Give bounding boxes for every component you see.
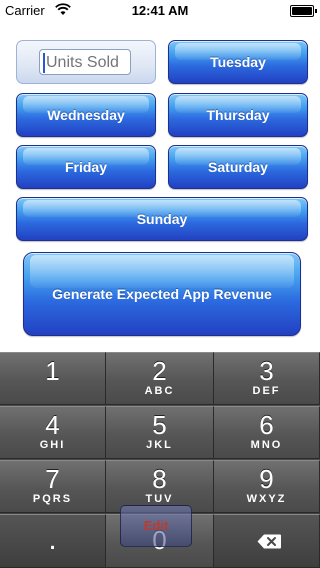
sunday-label: Sunday	[136, 211, 188, 227]
tuesday-button[interactable]: Tuesday	[168, 40, 308, 84]
key-7[interactable]: 7 PQRS	[0, 460, 106, 513]
key-3[interactable]: 3 DEF	[214, 352, 320, 405]
saturday-button[interactable]: Saturday	[168, 145, 308, 189]
key-4[interactable]: 4 GHI	[0, 406, 106, 459]
tuesday-label: Tuesday	[210, 54, 266, 70]
key-decimal-label: .	[48, 523, 57, 556]
text-caret	[43, 53, 45, 73]
wednesday-label: Wednesday	[47, 107, 125, 123]
battery-icon	[290, 5, 317, 17]
key-5-number: 5	[152, 410, 167, 440]
units-sold-container	[16, 40, 156, 84]
key-9[interactable]: 9 WXYZ	[214, 460, 320, 513]
key-1-number: 1	[45, 356, 60, 386]
key-2-letters: ABC	[144, 385, 175, 397]
units-sold-input[interactable]	[39, 49, 131, 75]
saturday-label: Saturday	[208, 159, 268, 175]
thursday-button[interactable]: Thursday	[168, 93, 308, 137]
key-5[interactable]: 5 JKL	[106, 406, 214, 459]
key-9-number: 9	[259, 464, 274, 494]
key-5-letters: JKL	[146, 439, 173, 451]
key-6-number: 6	[259, 410, 274, 440]
key-8-letters: TUV	[145, 493, 174, 505]
status-bar: Carrier 12:41 AM	[0, 0, 320, 20]
key-2[interactable]: 2 ABC	[106, 352, 214, 405]
key-8-number: 8	[152, 464, 167, 494]
key-decimal[interactable]: .	[0, 514, 106, 568]
friday-button[interactable]: Friday	[16, 145, 156, 189]
key-1[interactable]: 1	[0, 352, 106, 405]
backspace-icon	[257, 534, 281, 549]
thursday-label: Thursday	[206, 107, 270, 123]
key-3-number: 3	[259, 356, 274, 386]
key-4-number: 4	[45, 410, 60, 440]
edit-button[interactable]: Edit	[120, 505, 192, 547]
key-2-number: 2	[152, 356, 167, 386]
key-6-letters: MNO	[250, 439, 283, 451]
key-7-number: 7	[45, 464, 60, 494]
edit-button-label: Edit	[143, 518, 169, 533]
generate-revenue-label: Generate Expected App Revenue	[52, 286, 272, 302]
battery-level	[292, 7, 312, 15]
key-9-letters: WXYZ	[246, 493, 287, 505]
key-backspace[interactable]	[214, 514, 320, 568]
sunday-button[interactable]: Sunday	[16, 197, 308, 241]
key-4-letters: GHI	[39, 439, 66, 451]
generate-revenue-button[interactable]: Generate Expected App Revenue	[23, 252, 301, 336]
status-time: 12:41 AM	[131, 3, 189, 18]
key-6[interactable]: 6 MNO	[214, 406, 320, 459]
key-3-letters: DEF	[252, 385, 281, 397]
wednesday-button[interactable]: Wednesday	[16, 93, 156, 137]
key-7-letters: PQRS	[32, 493, 73, 505]
friday-label: Friday	[64, 159, 107, 175]
